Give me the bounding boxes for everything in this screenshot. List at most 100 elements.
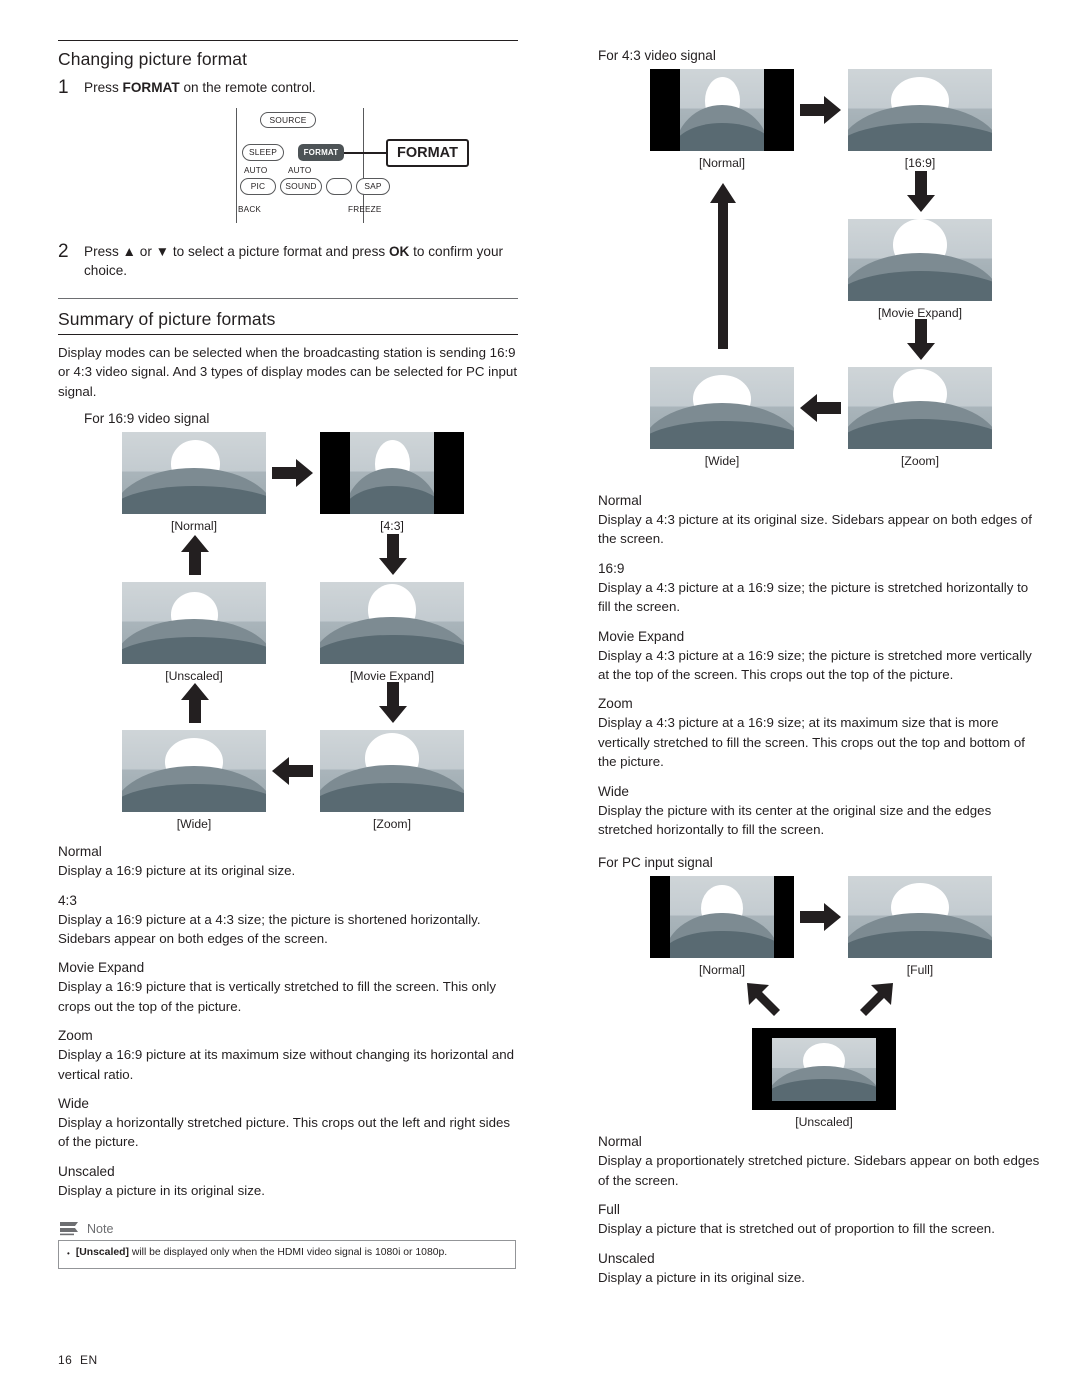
summary-divider xyxy=(58,298,518,299)
arrow-up-icon-1 xyxy=(181,535,209,576)
term-name-normal: Normal xyxy=(58,844,102,860)
arrow-down-icon-2 xyxy=(379,682,407,724)
tv-picture xyxy=(680,69,764,151)
arrow-right-icon-1 xyxy=(272,459,313,488)
step-2-part3: to select a picture format and press xyxy=(169,244,389,259)
note-box: Note • [Unscaled] will be displayed only… xyxy=(58,1220,516,1270)
left-column: Changing picture format 1 Press FORMAT o… xyxy=(58,40,518,1270)
summary-divider-2 xyxy=(58,334,518,335)
tv-wide-43 xyxy=(650,367,794,449)
step-2-text: Press ▲ or ▼ to select a picture format … xyxy=(84,244,504,278)
term-desc-wide: Display a horizontally stretched picture… xyxy=(58,1115,511,1150)
hill-front-shape xyxy=(680,123,764,151)
note-bullet: • xyxy=(67,1249,70,1259)
step-1-number: 1 xyxy=(58,77,69,98)
note-icon xyxy=(58,1220,82,1237)
caption-normal-43: [Normal] xyxy=(698,156,746,170)
note-header: Note xyxy=(58,1220,516,1242)
arrow-up-icon-2 xyxy=(181,683,209,724)
arrow-down-icon-3 xyxy=(907,171,935,212)
step-1-text: Press FORMAT on the remote control. xyxy=(84,78,316,97)
footer-page-number: 16 xyxy=(58,1353,73,1367)
term-desc-zoom: Display a 16:9 picture at its maximum si… xyxy=(58,1047,515,1082)
tv-movie-expand-43 xyxy=(848,219,992,301)
term-desc-zoom-43: Display a 4:3 picture at a 16:9 size; at… xyxy=(598,715,1025,770)
diagram-16-9: [Normal] [4:3] [Unscaled] [Movie Expand]… xyxy=(104,432,524,831)
left-terms-list: Normal Display a 16:9 picture at its ori… xyxy=(58,844,518,1200)
right-terms-list: Normal Display a 4:3 picture at its orig… xyxy=(598,493,1044,839)
source-button: SOURCE xyxy=(260,112,316,128)
term-name-zoom-43: Zoom xyxy=(598,696,633,712)
term-desc-43: Display a 16:9 picture at a 4:3 size; th… xyxy=(58,911,481,947)
term-desc-unscaled: Display a picture in its original size. xyxy=(58,1182,265,1198)
tv-zoom-43 xyxy=(848,367,992,449)
term-name-169-43: 16:9 xyxy=(598,560,625,576)
term-name-movie-expand: Movie Expand xyxy=(58,960,145,976)
back-label: BACK xyxy=(238,205,262,214)
auto-pic-top-label: AUTO xyxy=(244,166,268,175)
format-button: FORMAT xyxy=(298,144,344,161)
hill-front-shape xyxy=(848,123,992,151)
tv-normal-pc xyxy=(650,876,794,959)
tv-unscaled-pc xyxy=(752,1028,896,1111)
diagram-title-169: For 16:9 video signal xyxy=(84,411,210,427)
footer-language: EN xyxy=(80,1353,98,1367)
caption-movie-expand-169: [Movie Expand] xyxy=(349,669,434,684)
term-desc-full-pc: Display a picture that is stretched out … xyxy=(598,1221,995,1237)
term-desc-normal: Display a 16:9 picture at its original s… xyxy=(58,863,296,879)
tv-43-169 xyxy=(320,432,464,515)
manual-page: Changing picture format 1 Press FORMAT o… xyxy=(0,0,1080,1397)
caption-full-pc: [Full] xyxy=(906,963,934,978)
step-1-text-bold: FORMAT xyxy=(122,80,180,95)
summary-body: Display modes can be selected when the b… xyxy=(58,345,518,399)
note-text-rest: will be displayed only when the HDMI vid… xyxy=(128,1247,448,1259)
caption-wide-43: [Wide] xyxy=(704,454,740,468)
arrow-down-icon-4 xyxy=(907,319,935,360)
caption-normal-169: [Normal] xyxy=(170,519,218,534)
tv-picture xyxy=(670,876,774,959)
right-column: For 4:3 video signal [Normal] [16:9] [Mo… xyxy=(598,48,1044,1287)
tv-full-pc xyxy=(848,876,992,959)
tv-picture xyxy=(848,876,992,959)
sleep-button: SLEEP xyxy=(242,144,284,161)
step-2-part1: Press xyxy=(84,244,123,259)
sap-button: SAP xyxy=(356,178,390,195)
arrow-up-icon-long xyxy=(710,183,736,349)
caption-movie-expand-43: [Movie Expand] xyxy=(877,306,962,320)
hill-front-shape xyxy=(650,421,794,449)
sound-button: SOUND xyxy=(280,178,322,195)
page-title: Changing picture format xyxy=(58,49,248,69)
step-2-number: 2 xyxy=(58,241,69,262)
tv-picture xyxy=(122,432,266,515)
term-name-normal-pc: Normal xyxy=(598,1134,642,1150)
diagram-4-3: [Normal] [16:9] [Movie Expand] [Wide] [Z… xyxy=(644,69,1064,468)
step-1-text-after: on the remote control. xyxy=(179,80,316,95)
note-title: Note xyxy=(87,1221,114,1236)
page-footer: 16 EN xyxy=(58,1353,98,1367)
hill-front-shape xyxy=(670,930,774,959)
hill-front-shape xyxy=(122,784,266,813)
term-name-unscaled-pc: Unscaled xyxy=(598,1250,655,1266)
tv-wide-169 xyxy=(122,730,266,813)
format-callout: FORMAT xyxy=(386,139,469,167)
arrow-up-right-icon xyxy=(860,983,893,1017)
term-desc-normal-pc: Display a proportionately stretched pict… xyxy=(598,1153,1040,1188)
arrow-up-left-icon xyxy=(747,983,780,1017)
tv-movie-expand-169 xyxy=(320,582,464,665)
hill-front-shape xyxy=(848,271,992,301)
arrow-right-icon-3 xyxy=(800,903,841,932)
tv-normal-169 xyxy=(122,432,266,515)
tv-picture xyxy=(320,582,464,665)
arrow-down-icon-1 xyxy=(379,534,407,576)
step-2-ok: OK xyxy=(388,244,410,259)
caption-zoom-169: [Zoom] xyxy=(373,817,411,832)
step-2: 2 Press ▲ or ▼ to select a picture forma… xyxy=(58,242,518,280)
term-name-zoom: Zoom xyxy=(58,1028,93,1044)
hill-front-shape xyxy=(350,486,434,515)
tv-zoom-169 xyxy=(320,730,464,813)
tv-picture xyxy=(650,367,794,449)
caption-43-169: [4:3] xyxy=(380,519,404,534)
term-desc-movie-expand: Display a 16:9 picture that is verticall… xyxy=(58,979,497,1014)
hill-front-shape xyxy=(848,419,992,449)
tv-unscaled-169 xyxy=(122,582,266,665)
